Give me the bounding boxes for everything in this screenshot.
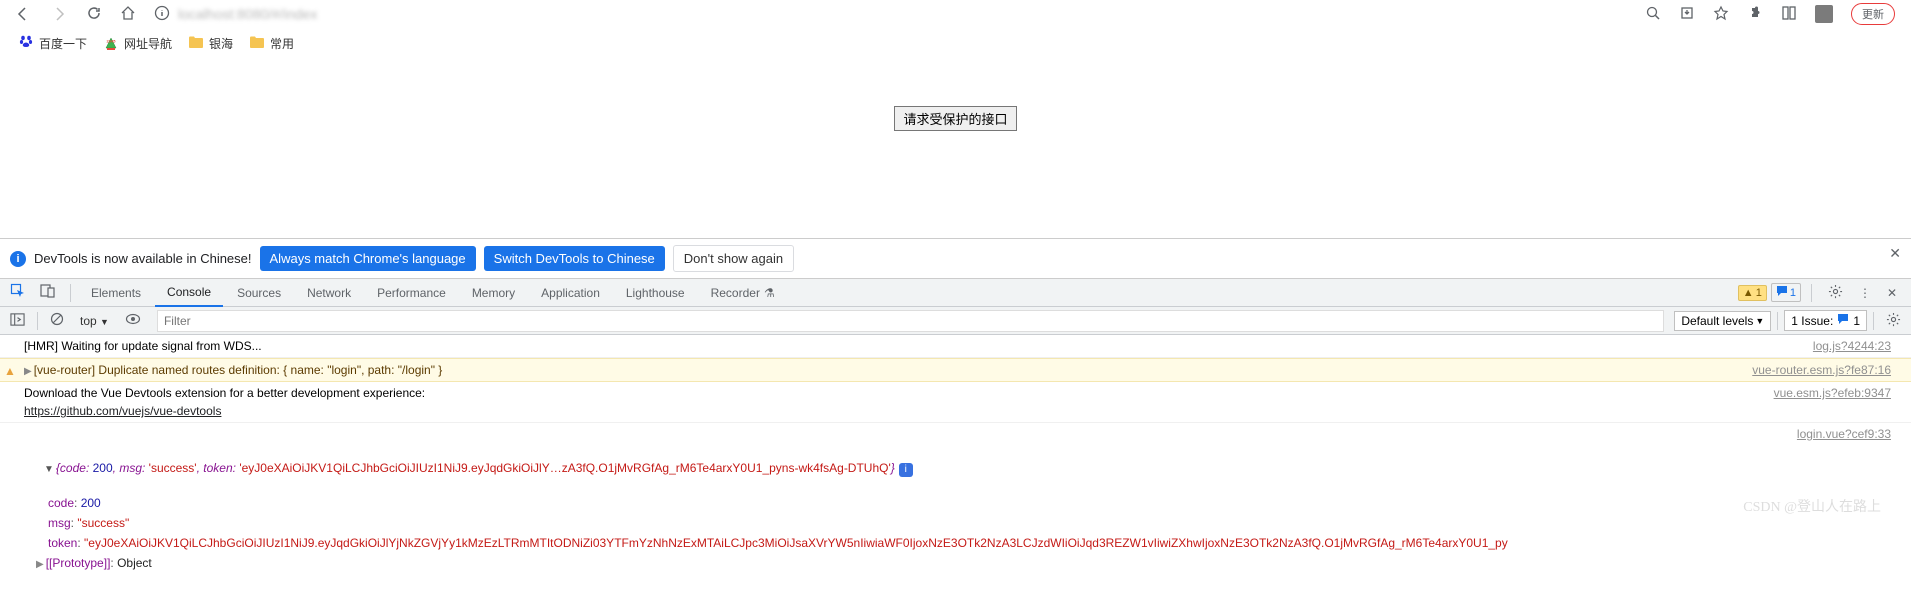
close-banner-icon[interactable]: ✕ <box>1889 245 1901 262</box>
tab-console[interactable]: Console <box>155 279 223 307</box>
dont-show-again-button[interactable]: Don't show again <box>673 245 794 272</box>
log-entry-hmr: [HMR] Waiting for update signal from WDS… <box>0 335 1911 358</box>
nav-2345-icon: 2345 <box>103 35 119 51</box>
folder-icon <box>188 35 204 52</box>
baidu-icon <box>18 33 34 53</box>
bookmark-label: 网址导航 <box>124 35 172 52</box>
site-info-icon[interactable] <box>154 5 170 24</box>
clear-console-icon[interactable] <box>44 308 70 333</box>
tab-recorder[interactable]: Recorder⚗ <box>699 280 787 306</box>
settings-icon[interactable] <box>1822 280 1849 306</box>
watermark: CSDN @登山人在路上 <box>1743 496 1881 516</box>
source-link[interactable]: login.vue?cef9:33 <box>1797 425 1891 443</box>
inspect-element-icon[interactable] <box>4 279 32 306</box>
message-icon <box>1776 285 1788 300</box>
bookmark-folder-yinhai[interactable]: 银海 <box>188 35 233 52</box>
source-link[interactable]: vue-router.esm.js?fe87:16 <box>1752 361 1891 379</box>
switch-to-chinese-button[interactable]: Switch DevTools to Chinese <box>484 246 665 271</box>
page-viewport: 请求受保护的接口 <box>0 58 1911 238</box>
expand-toggle[interactable]: ▶ <box>36 557 44 572</box>
expand-toggle[interactable]: ▼ <box>44 464 54 475</box>
tab-lighthouse[interactable]: Lighthouse <box>614 280 697 306</box>
object-property-code: code: 200 <box>0 493 1911 513</box>
message-icon <box>1837 313 1849 328</box>
separator <box>1873 312 1874 330</box>
console-filter-input[interactable] <box>157 310 1664 332</box>
warnings-badge[interactable]: ▲1 <box>1738 285 1767 301</box>
reload-button[interactable] <box>86 5 102 24</box>
banner-text: DevTools is now available in Chinese! <box>34 251 252 266</box>
vue-devtools-link[interactable]: https://github.com/vuejs/vue-devtools <box>24 404 221 418</box>
messages-badge[interactable]: 1 <box>1771 283 1801 302</box>
bookmark-2345[interactable]: 2345 网址导航 <box>103 35 172 52</box>
browser-address-bar: localhost:8080/#/index 更新 <box>0 0 1911 28</box>
close-devtools-icon[interactable]: ✕ <box>1881 282 1903 304</box>
log-object-preview: ▼{code: 200, msg: 'success', token: 'eyJ… <box>0 445 1911 493</box>
log-entry-source: login.vue?cef9:33 <box>0 423 1911 445</box>
devtools-tab-bar: Elements Console Sources Network Perform… <box>0 279 1911 307</box>
warning-triangle-icon: ▲ <box>4 362 16 380</box>
tab-elements[interactable]: Elements <box>79 280 153 306</box>
request-protected-api-button[interactable]: 请求受保护的接口 <box>894 106 1016 131</box>
more-menu-icon[interactable]: ⋮ <box>1853 282 1877 304</box>
flask-icon: ⚗ <box>764 286 775 300</box>
home-button[interactable] <box>120 5 136 24</box>
expand-toggle[interactable]: ▶ <box>24 364 32 379</box>
profile-avatar[interactable] <box>1815 5 1833 23</box>
object-property-token: token: "eyJ0eXAiOiJKV1QiLCJhbGciOiJIUzI1… <box>0 533 1911 553</box>
url-text[interactable]: localhost:8080/#/index <box>178 6 317 22</box>
install-icon[interactable] <box>1679 5 1695 24</box>
bookmark-label: 百度一下 <box>39 35 87 52</box>
svg-text:2345: 2345 <box>107 39 117 44</box>
separator <box>1811 284 1812 302</box>
info-badge-icon[interactable]: i <box>899 463 913 477</box>
always-match-language-button[interactable]: Always match Chrome's language <box>260 246 476 271</box>
console-log-area: [HMR] Waiting for update signal from WDS… <box>0 335 1911 573</box>
reading-list-icon[interactable] <box>1781 5 1797 24</box>
toggle-sidebar-icon[interactable] <box>4 308 31 334</box>
execution-context-selector[interactable]: top ▼ <box>76 312 113 330</box>
search-icon[interactable] <box>1645 5 1661 24</box>
separator <box>70 284 71 302</box>
tab-memory[interactable]: Memory <box>460 280 527 306</box>
source-link[interactable]: log.js?4244:23 <box>1813 337 1891 355</box>
tab-sources[interactable]: Sources <box>225 280 293 306</box>
info-icon: i <box>10 251 26 267</box>
separator <box>1777 312 1778 330</box>
bookmark-label: 常用 <box>270 35 294 52</box>
forward-button[interactable] <box>50 6 68 22</box>
bookmark-star-icon[interactable] <box>1713 5 1729 24</box>
warning-triangle-icon: ▲ <box>1743 287 1754 299</box>
log-levels-selector[interactable]: Default levels▼ <box>1674 311 1771 331</box>
issues-badge[interactable]: 1 Issue: 1 <box>1784 310 1867 331</box>
bookmark-folder-common[interactable]: 常用 <box>249 35 294 52</box>
folder-icon <box>249 35 265 52</box>
tab-network[interactable]: Network <box>295 280 363 306</box>
extensions-icon[interactable] <box>1747 5 1763 24</box>
bookmark-baidu[interactable]: 百度一下 <box>18 33 87 53</box>
tab-performance[interactable]: Performance <box>365 280 458 306</box>
device-toggle-icon[interactable] <box>34 279 62 306</box>
object-property-msg: msg: "success" <box>0 513 1911 533</box>
separator <box>37 312 38 330</box>
console-toolbar: top ▼ Default levels▼ 1 Issue: 1 <box>0 307 1911 335</box>
bookmark-label: 银海 <box>209 35 233 52</box>
bookmarks-bar: 百度一下 2345 网址导航 银海 常用 <box>0 28 1911 58</box>
back-button[interactable] <box>14 6 32 22</box>
object-prototype: ▶[[Prototype]]: Object <box>0 553 1911 573</box>
console-settings-icon[interactable] <box>1880 308 1907 334</box>
log-entry-vue-devtools: Download the Vue Devtools extension for … <box>0 382 1911 423</box>
live-expression-icon[interactable] <box>119 308 147 333</box>
update-button[interactable]: 更新 <box>1851 3 1895 25</box>
source-link[interactable]: vue.esm.js?efeb:9347 <box>1774 384 1891 420</box>
tab-application[interactable]: Application <box>529 280 612 306</box>
log-entry-warning: ▲ ▶[vue-router] Duplicate named routes d… <box>0 358 1911 382</box>
devtools-language-banner: i DevTools is now available in Chinese! … <box>0 238 1911 279</box>
